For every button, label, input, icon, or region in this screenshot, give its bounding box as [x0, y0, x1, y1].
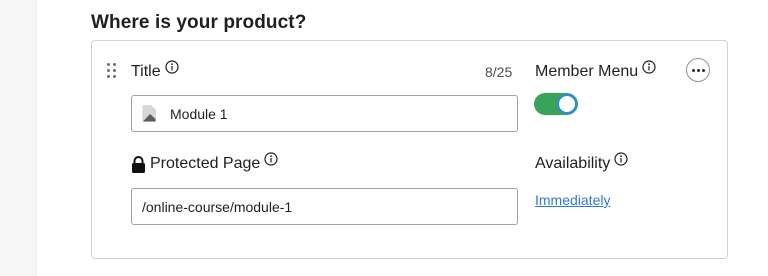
- member-menu-toggle[interactable]: [534, 93, 578, 115]
- left-rail: [0, 0, 37, 276]
- protected-page-label: Protected Page: [131, 152, 278, 173]
- info-icon[interactable]: [614, 152, 628, 166]
- title-char-counter: 8/25: [485, 64, 513, 80]
- availability-link[interactable]: Immediately: [535, 192, 610, 208]
- member-menu-label-text: Member Menu: [535, 63, 639, 80]
- toggle-knob: [557, 94, 577, 114]
- more-options-button[interactable]: [686, 58, 710, 82]
- title-input[interactable]: Module 1: [131, 95, 518, 132]
- info-icon[interactable]: [642, 60, 656, 74]
- info-icon[interactable]: [264, 152, 278, 166]
- page-icon: [142, 105, 156, 122]
- drag-handle-icon[interactable]: [107, 63, 117, 79]
- lock-icon: [132, 156, 145, 173]
- section-title: Where is your product?: [91, 12, 307, 33]
- availability-label: Availability: [535, 152, 628, 173]
- protected-page-label-text: Protected Page: [150, 155, 261, 172]
- info-icon[interactable]: [165, 60, 179, 74]
- protected-page-input-value: /online-course/module-1: [142, 198, 293, 215]
- title-input-value: Module 1: [170, 105, 228, 122]
- availability-label-text: Availability: [535, 155, 611, 172]
- title-label: Title: [131, 60, 179, 81]
- title-label-text: Title: [131, 63, 161, 80]
- member-menu-label: Member Menu: [535, 60, 656, 81]
- protected-page-input[interactable]: /online-course/module-1: [131, 188, 518, 225]
